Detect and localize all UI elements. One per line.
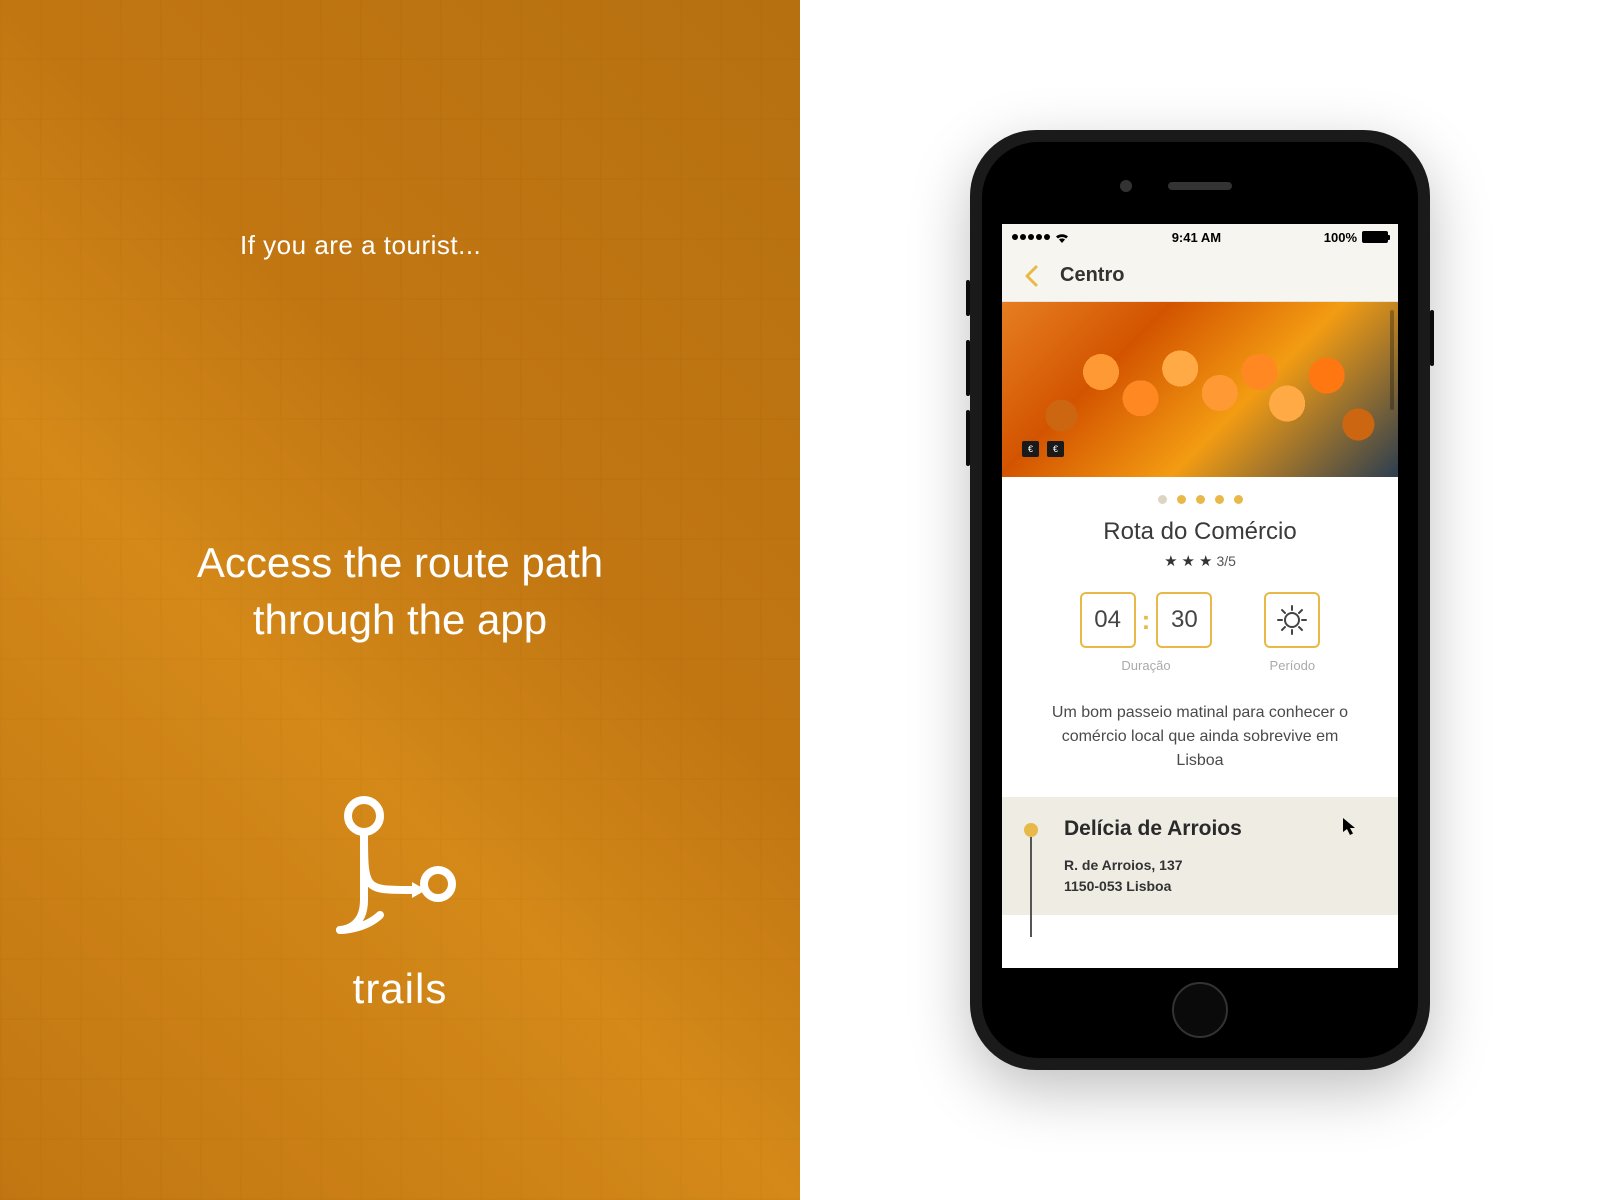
star-icon: ★ [1199,552,1212,570]
route-hero-image[interactable]: € € [1002,302,1398,477]
poi-connector-line [1030,837,1032,937]
carousel-dots[interactable] [1002,477,1398,518]
app-screen: 9:41 AM 100% Centro [1002,224,1398,968]
duration-group: 04 : 30 Duração [1080,592,1213,673]
trails-logo-icon [320,790,480,950]
price-tag: € [1047,441,1064,457]
battery-percent: 100% [1324,230,1357,245]
carousel-dot[interactable] [1234,495,1243,504]
back-button[interactable] [1016,261,1046,291]
carousel-dot[interactable] [1215,495,1224,504]
time-separator: : [1142,605,1151,636]
star-icon: ★ [1182,552,1195,570]
home-button[interactable] [1172,982,1228,1038]
headline: Access the route path through the app [0,535,800,648]
period-label: Período [1270,658,1316,673]
chevron-left-icon [1024,265,1038,287]
front-camera [1120,180,1132,192]
logo-block: trails [320,790,480,1013]
poi-address-line2: 1150-053 Lisboa [1064,876,1374,897]
rating: ★ ★ ★ 3/5 [1002,552,1398,570]
power-button [1430,310,1434,366]
tourist-line: If you are a tourist... [240,230,481,261]
volume-down-button [966,410,970,466]
phone-device-frame: 9:41 AM 100% Centro [970,130,1430,1070]
period-box[interactable] [1264,592,1320,648]
signal-icon [1012,234,1050,240]
rating-text: 3/5 [1216,553,1235,569]
marketing-left-panel: If you are a tourist... Access the route… [0,0,800,1200]
nav-title: Centro [1060,264,1124,287]
poi-name: Delícia de Arroios [1064,817,1374,841]
poi-card[interactable]: Delícia de Arroios R. de Arroios, 137 11… [1002,797,1398,915]
period-group: Período [1264,592,1320,673]
volume-up-button [966,340,970,396]
carousel-dot[interactable] [1196,495,1205,504]
cursor-icon [1342,817,1358,842]
route-title: Rota do Comércio [1002,518,1398,546]
battery-icon [1362,231,1388,243]
logo-text: trails [320,965,480,1013]
duration-minutes[interactable]: 30 [1156,592,1212,648]
star-icon: ★ [1164,552,1177,570]
phone-preview-panel: 9:41 AM 100% Centro [800,0,1600,1200]
poi-address-line1: R. de Arroios, 137 [1064,855,1374,876]
nav-bar: Centro [1002,250,1398,302]
route-info-row: 04 : 30 Duração [1002,592,1398,673]
speaker [1168,182,1232,190]
scroll-indicator[interactable] [1390,310,1394,410]
sun-icon [1276,604,1308,636]
carousel-dot[interactable] [1177,495,1186,504]
route-description: Um bom passeio matinal para conhecer o c… [1002,683,1398,797]
price-tag: € [1022,441,1039,457]
mute-switch [966,280,970,316]
status-time: 9:41 AM [1172,230,1221,245]
duration-label: Duração [1121,658,1170,673]
poi-marker-icon [1024,823,1038,837]
duration-hours[interactable]: 04 [1080,592,1136,648]
carousel-dot[interactable] [1158,495,1167,504]
wifi-icon [1055,232,1069,243]
status-bar: 9:41 AM 100% [1002,224,1398,250]
